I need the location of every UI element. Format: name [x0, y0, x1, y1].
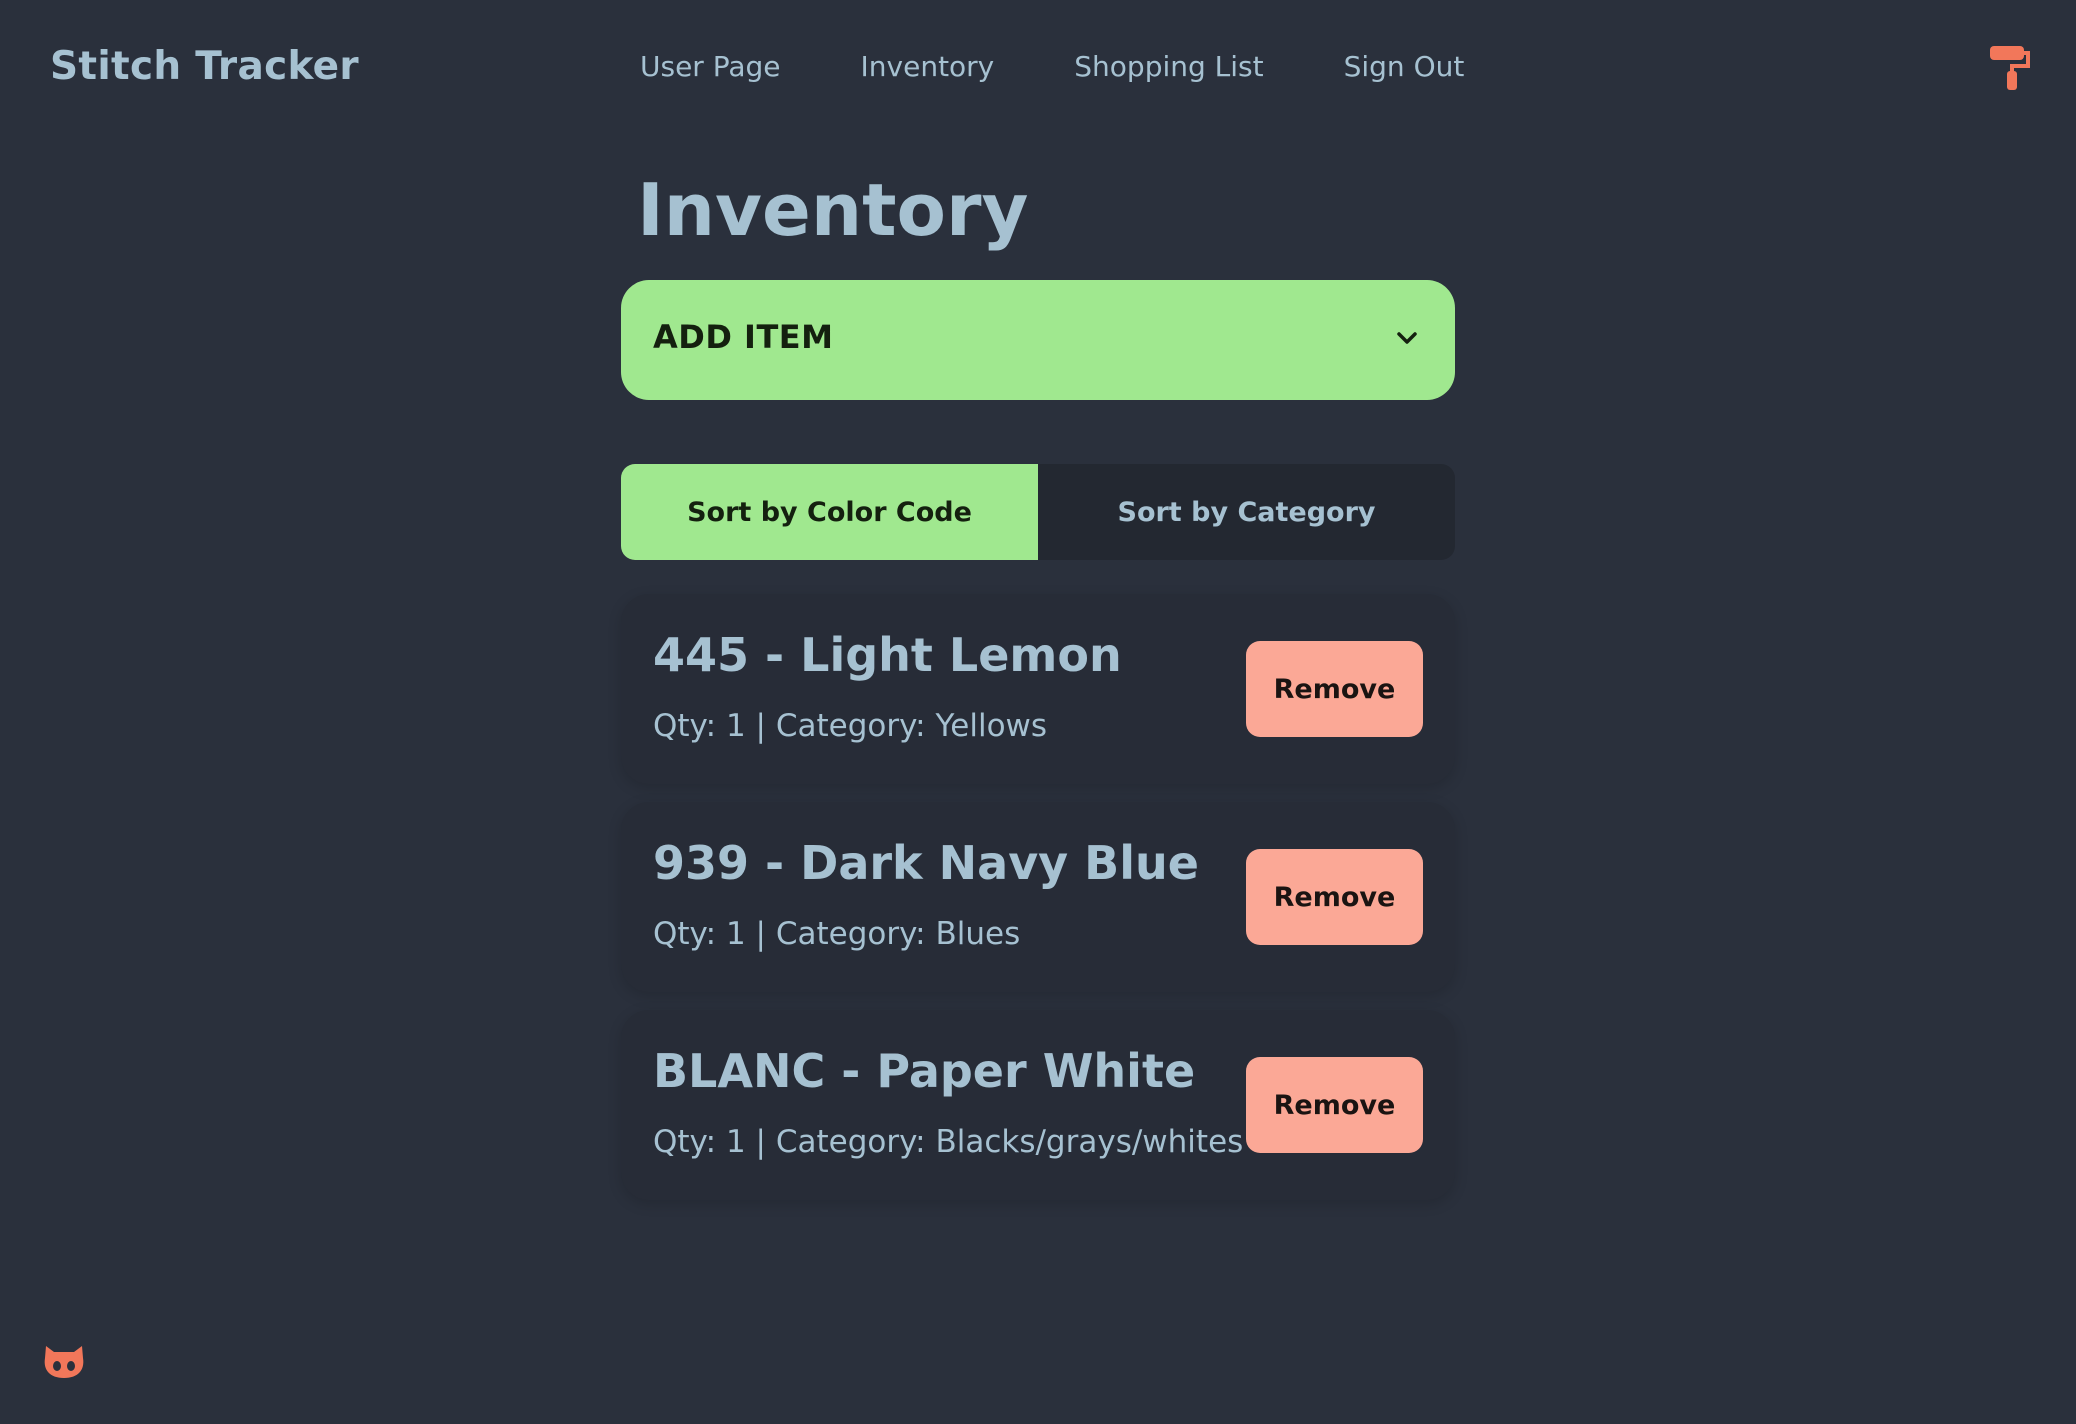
- page-title: Inventory: [637, 168, 1029, 252]
- inventory-item: 445 - Light Lemon Qty: 1 | Category: Yel…: [621, 594, 1455, 784]
- github-icon[interactable]: [42, 1340, 86, 1380]
- tab-sort-by-category[interactable]: Sort by Category: [1038, 464, 1455, 560]
- add-item-dropdown[interactable]: ADD ITEM: [621, 280, 1455, 400]
- nav-link-inventory[interactable]: Inventory: [821, 36, 1035, 97]
- remove-button[interactable]: Remove: [1246, 1057, 1423, 1153]
- sort-tabs: Sort by Color Code Sort by Category: [621, 464, 1455, 560]
- navbar: Stitch Tracker User Page Inventory Shopp…: [0, 0, 2076, 136]
- main-content: Inventory ADD ITEM Sort by Color Code So…: [621, 160, 1455, 1218]
- inventory-item: 939 - Dark Navy Blue Qty: 1 | Category: …: [621, 802, 1455, 992]
- nav-links: User Page Inventory Shopping List Sign O…: [600, 36, 1504, 97]
- tab-sort-by-color-code[interactable]: Sort by Color Code: [621, 464, 1038, 560]
- item-title: BLANC - Paper White: [653, 1044, 1196, 1098]
- chevron-down-icon: [1397, 332, 1417, 344]
- inventory-list: 445 - Light Lemon Qty: 1 | Category: Yel…: [621, 594, 1455, 1200]
- nav-link-shopping-list[interactable]: Shopping List: [1034, 36, 1303, 97]
- item-meta: Qty: 1 | Category: Blacks/grays/whites: [653, 1124, 1244, 1160]
- nav-link-user-page[interactable]: User Page: [600, 36, 821, 97]
- item-meta: Qty: 1 | Category: Yellows: [653, 708, 1048, 744]
- remove-button[interactable]: Remove: [1246, 641, 1423, 737]
- item-meta: Qty: 1 | Category: Blues: [653, 916, 1021, 952]
- add-item-label: ADD ITEM: [653, 318, 834, 356]
- item-title: 939 - Dark Navy Blue: [653, 836, 1199, 890]
- inventory-item: BLANC - Paper White Qty: 1 | Category: B…: [621, 1010, 1455, 1200]
- nav-link-sign-out[interactable]: Sign Out: [1304, 36, 1505, 97]
- remove-button[interactable]: Remove: [1246, 849, 1423, 945]
- item-title: 445 - Light Lemon: [653, 628, 1122, 682]
- paint-roller-icon[interactable]: [1988, 44, 2032, 92]
- app-title[interactable]: Stitch Tracker: [50, 44, 359, 89]
